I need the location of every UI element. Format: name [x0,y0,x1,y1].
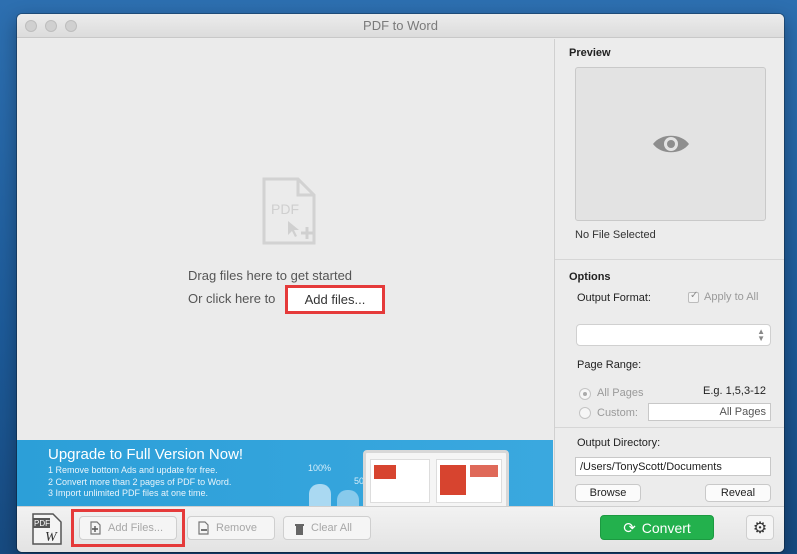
remove-file-icon [198,521,209,535]
remove-label: Remove [216,522,257,534]
output-format-label: Output Format: [577,292,651,304]
title-bar: PDF to Word [17,14,784,38]
preview-title: Preview [569,47,611,59]
output-directory-field[interactable]: /Users/TonyScott/Documents [575,457,771,476]
page-range-example: E.g. 1,5,3-12 [703,385,766,397]
banner-chart-bar [309,484,331,506]
add-file-icon [90,521,101,535]
app-logo-text-top: PDF [34,519,50,528]
sidebar-divider [555,427,784,428]
custom-range-label: Custom: [597,407,638,419]
refresh-icon: ⟳ [623,519,636,537]
clear-all-label: Clear All [311,522,352,534]
minimize-window-button[interactable] [45,20,57,32]
custom-range-radio[interactable] [579,407,591,419]
banner-screenshot-image [363,450,509,506]
file-drop-zone[interactable]: PDF Drag files here to get started Or cl… [17,39,553,440]
output-format-select[interactable]: ▲ ▼ [576,324,771,346]
add-files-button[interactable]: Add Files... [79,516,177,540]
all-pages-radio[interactable] [579,388,591,400]
banner-chart-bar [337,490,359,506]
app-window: PDF to Word PDF Drag files here to get s… [17,14,784,552]
settings-button[interactable]: ⚙ [746,515,774,540]
close-window-button[interactable] [25,20,37,32]
bottom-toolbar: PDF W Add Files... Remove Clear All ⟳ Co… [17,506,784,552]
banner-item: 2 Convert more than 2 pages of PDF to Wo… [48,476,232,487]
click-instructions: Or click here to [188,291,276,306]
convert-button[interactable]: ⟳ Convert [600,515,714,540]
output-directory-label: Output Directory: [577,437,661,449]
custom-range-input[interactable]: All Pages [648,403,771,421]
add-files-label: Add Files... [108,522,164,534]
sidebar-divider [555,259,784,260]
clear-all-button[interactable]: Clear All [283,516,371,540]
apply-to-all-checkbox[interactable] [688,290,699,303]
page-range-label: Page Range: [577,359,642,371]
banner-item: 3 Import unlimited PDF files at one time… [48,488,209,498]
apply-to-all-label: Apply to All [704,291,759,303]
app-logo-text-bottom: W [45,530,58,545]
right-sidebar: Preview No File Selected Options Output … [554,39,784,506]
banner-item: 1 Remove bottom Ads and update for free. [48,465,218,475]
options-title: Options [569,271,611,283]
add-files-link-label: Add files... [298,291,372,308]
reveal-button[interactable]: Reveal [705,484,771,502]
chevron-up-down-icon: ▲ ▼ [757,327,765,343]
banner-list: 1 Remove bottom Ads and update for free.… [48,465,231,500]
add-files-link[interactable]: Add files... [285,285,385,314]
zoom-window-button[interactable] [65,20,77,32]
pdf-icon-label: PDF [271,201,299,217]
pdf-document-add-icon: PDF [262,177,316,245]
drag-instructions: Drag files here to get started [188,268,353,283]
eye-icon [652,135,689,153]
remove-button[interactable]: Remove [187,516,275,540]
window-title: PDF to Word [363,18,438,33]
upgrade-banner[interactable]: Upgrade to Full Version Now! 1 Remove bo… [17,440,553,506]
banner-percent-100: 100% [308,463,332,473]
window-controls [25,20,77,32]
all-pages-label: All Pages [597,387,644,399]
trash-icon [295,523,304,535]
preview-area [575,67,766,221]
preview-status: No File Selected [575,229,656,241]
browse-button[interactable]: Browse [575,484,641,502]
banner-title: Upgrade to Full Version Now! [48,446,244,463]
gear-icon: ⚙ [752,519,768,537]
convert-label: Convert [641,519,691,536]
app-logo-icon: PDF W [32,513,62,545]
